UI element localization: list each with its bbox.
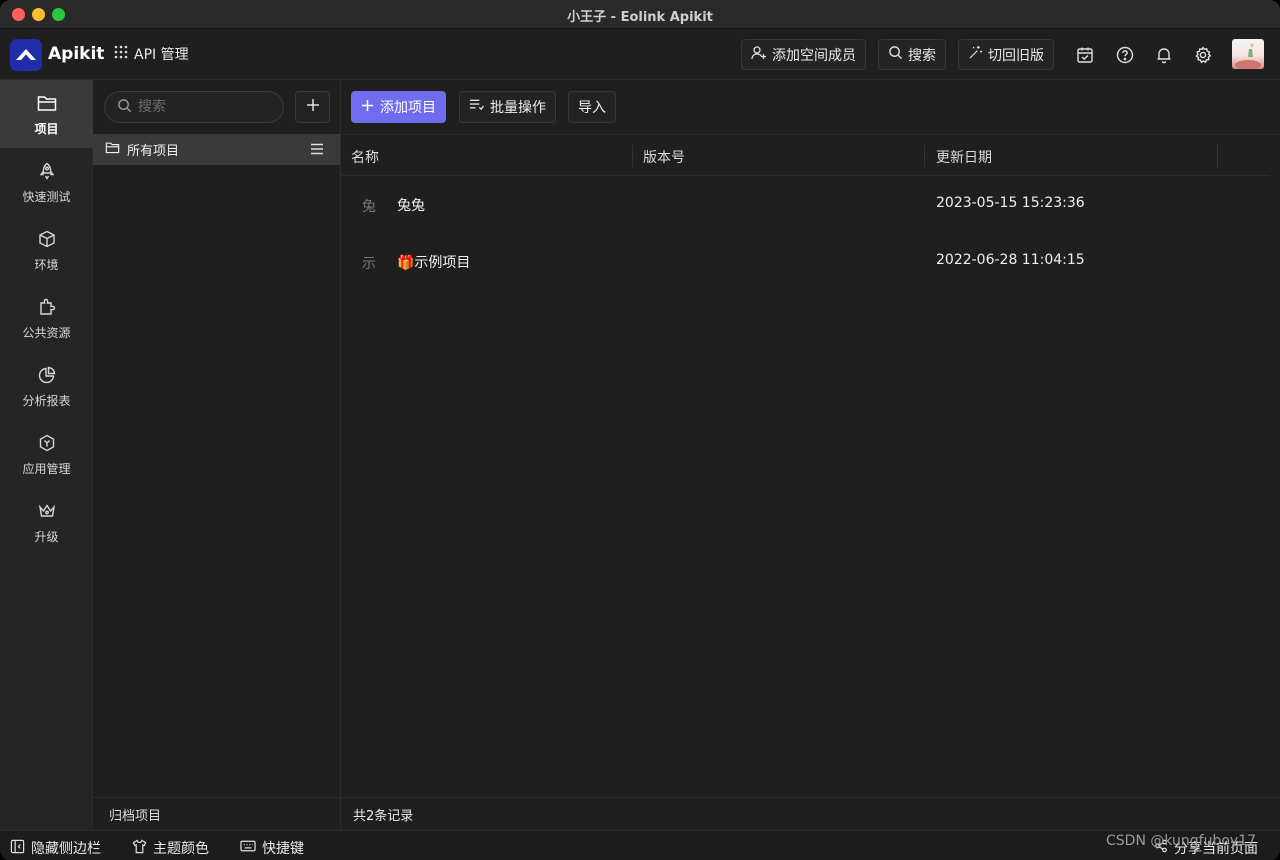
folder-icon <box>105 141 120 158</box>
project-name[interactable]: 🎁示例项目 <box>397 252 470 272</box>
column-divider[interactable] <box>632 145 633 167</box>
nav-item-app-management[interactable]: 应用管理 <box>0 420 93 488</box>
app-hex-icon <box>38 434 56 455</box>
archived-projects-link[interactable]: 归档项目 <box>93 797 340 830</box>
nav-item-environment[interactable]: 环境 <box>0 216 93 284</box>
hide-sidebar-label: 隐藏侧边栏 <box>31 841 101 857</box>
project-updated-date: 2023-05-15 15:23:36 <box>936 195 1085 211</box>
project-name[interactable]: 兔兔 <box>397 195 425 215</box>
header-search-button[interactable]: 搜索 <box>878 39 946 70</box>
magic-wand-icon <box>968 45 983 64</box>
primary-nav-rail: 项目 快速测试 环境 公共资源 分析报表 应用管理 升级 <box>0 80 93 830</box>
grid-dots-icon <box>114 45 128 63</box>
settings-gear-icon[interactable] <box>1192 44 1214 66</box>
api-management-label: API 管理 <box>134 47 189 63</box>
project-search-input[interactable] <box>138 99 268 115</box>
hide-sidebar-button[interactable]: 隐藏侧边栏 <box>10 838 101 858</box>
add-group-button[interactable] <box>295 91 330 123</box>
nav-item-shared-resources[interactable]: 公共资源 <box>0 284 93 352</box>
shortcuts-button[interactable]: 快捷键 <box>240 838 304 858</box>
apikit-logo-icon[interactable] <box>10 39 42 71</box>
nav-label: 环境 <box>34 258 59 272</box>
table-row[interactable]: 兔 兔兔 2023-05-15 15:23:36 <box>341 176 1270 232</box>
project-search-box[interactable] <box>104 91 284 123</box>
project-list-main: 添加项目 批量操作 导入 名称 版本号 更新日期 兔 兔兔 2023-05-15 <box>341 80 1280 830</box>
project-tree-panel: 所有项目 归档项目 <box>93 80 341 830</box>
import-button[interactable]: 导入 <box>568 91 616 123</box>
add-project-label: 添加项目 <box>380 100 436 116</box>
plus-icon <box>306 98 320 116</box>
search-icon <box>888 45 903 64</box>
switch-label: 切回旧版 <box>988 47 1044 64</box>
column-header-name[interactable]: 名称 <box>351 147 379 167</box>
project-initial-icon: 示 <box>362 256 376 272</box>
theme-color-button[interactable]: 主题颜色 <box>132 838 209 858</box>
title-bar: 小王子 - Eolink Apikit <box>0 0 1280 29</box>
switch-old-version-button[interactable]: 切回旧版 <box>958 39 1054 70</box>
column-header-version[interactable]: 版本号 <box>643 147 685 167</box>
cube-icon <box>38 230 56 251</box>
nav-item-quick-test[interactable]: 快速测试 <box>0 148 93 216</box>
nav-label: 应用管理 <box>22 462 71 476</box>
column-header-updated[interactable]: 更新日期 <box>936 147 992 167</box>
record-count: 共2条记录 <box>341 797 1280 830</box>
nav-label: 项目 <box>34 122 59 136</box>
app-window: 小王子 - Eolink Apikit Apikit API 管理 添加空间成员 <box>0 0 1280 860</box>
folder-icon <box>37 94 57 115</box>
search-icon <box>117 98 132 117</box>
table-header: 名称 版本号 更新日期 <box>341 135 1270 176</box>
batch-label: 批量操作 <box>490 100 546 116</box>
nav-item-analytics[interactable]: 分析报表 <box>0 352 93 420</box>
theme-label: 主题颜色 <box>153 841 209 857</box>
rocket-icon <box>38 162 56 183</box>
add-space-member-button[interactable]: 添加空间成员 <box>741 39 866 70</box>
column-divider[interactable] <box>1217 145 1218 167</box>
notification-bell-icon[interactable] <box>1153 44 1175 66</box>
nav-label: 快速测试 <box>22 190 71 204</box>
add-user-icon <box>751 45 767 65</box>
list-edit-icon <box>469 98 485 116</box>
calendar-check-icon[interactable] <box>1074 44 1096 66</box>
table-row[interactable]: 示 🎁示例项目 2022-06-28 11:04:15 <box>341 233 1270 289</box>
batch-operation-button[interactable]: 批量操作 <box>459 91 556 123</box>
window-title: 小王子 - Eolink Apikit <box>567 10 713 25</box>
project-toolbar: 添加项目 批量操作 导入 <box>341 80 1280 135</box>
shortcuts-label: 快捷键 <box>262 841 304 857</box>
tree-item-label: 所有项目 <box>127 144 180 159</box>
bottom-status-bar: 隐藏侧边栏 主题颜色 快捷键 分享当前页面 CSDN @kungfuboy17 <box>0 830 1280 860</box>
csdn-watermark: CSDN @kungfuboy17 <box>1106 833 1257 849</box>
search-label: 搜索 <box>908 47 936 64</box>
hamburger-menu-icon[interactable] <box>310 143 324 159</box>
user-avatar[interactable] <box>1232 39 1264 70</box>
tree-item-all-projects[interactable]: 所有项目 <box>93 134 340 165</box>
crown-icon <box>38 502 56 523</box>
nav-label: 升级 <box>34 530 59 544</box>
logo-text: Apikit <box>48 44 105 64</box>
nav-item-projects[interactable]: 项目 <box>0 80 93 148</box>
project-initial-icon: 兔 <box>362 199 376 215</box>
project-updated-date: 2022-06-28 11:04:15 <box>936 252 1085 268</box>
nav-label: 公共资源 <box>22 326 71 340</box>
nav-label: 分析报表 <box>22 394 71 408</box>
shirt-icon <box>132 838 147 858</box>
help-icon[interactable] <box>1114 44 1136 66</box>
api-management-menu[interactable]: API 管理 <box>114 44 189 64</box>
keyboard-icon <box>240 839 256 857</box>
nav-item-upgrade[interactable]: 升级 <box>0 488 93 556</box>
add-member-label: 添加空间成员 <box>772 47 856 64</box>
sidebar-toggle-icon <box>10 839 25 858</box>
import-label: 导入 <box>578 100 606 116</box>
column-divider[interactable] <box>924 145 925 167</box>
top-header: Apikit API 管理 添加空间成员 搜索 切回旧版 <box>0 29 1280 80</box>
puzzle-icon <box>38 298 56 319</box>
pie-chart-icon <box>38 366 56 387</box>
add-project-button[interactable]: 添加项目 <box>351 91 446 123</box>
plus-icon <box>361 99 374 116</box>
